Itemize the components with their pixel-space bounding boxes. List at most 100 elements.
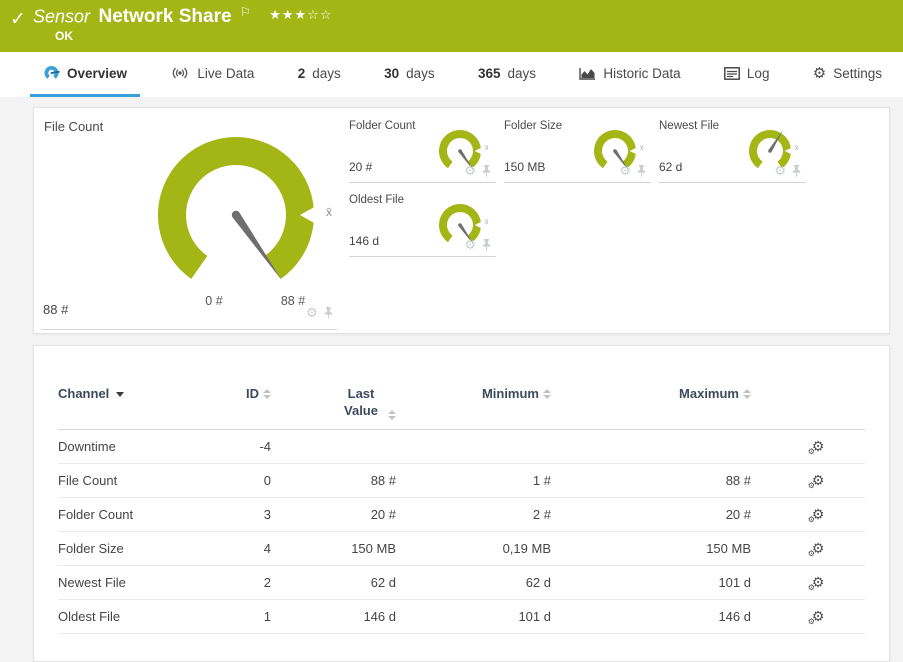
gauge-icon — [43, 65, 60, 81]
gauge-settings-icon[interactable]: ⚙ — [464, 238, 476, 251]
channel-name: Folder Size — [58, 541, 231, 556]
gauge-value: 62 d — [659, 160, 682, 174]
table-row: Newest File 2 62 d 62 d 101 d ⚙⚙ — [58, 566, 865, 600]
channel-minimum: 0,19 MB — [396, 541, 551, 556]
channel-id: 0 — [231, 473, 271, 488]
channel-table-card: Channel ID Last Value Minimum Maximum Do… — [33, 345, 890, 662]
channel-last-value: 62 d — [271, 575, 396, 590]
flag-icon: ⚐ — [240, 5, 251, 19]
gauge-pin-icon[interactable] — [636, 165, 647, 177]
star-rating[interactable]: ★★★☆☆ — [269, 7, 332, 22]
th-id[interactable]: ID — [231, 386, 271, 401]
sort-caret-icon — [116, 392, 124, 397]
channel-last-value: 88 # — [271, 473, 396, 488]
channel-table: Channel ID Last Value Minimum Maximum Do… — [34, 346, 889, 634]
tab-historic-data[interactable]: Historic Data — [566, 52, 693, 97]
channel-id: 2 — [231, 575, 271, 590]
channel-settings-icon[interactable]: ⚙⚙ — [812, 473, 825, 488]
average-marker: x̄ — [326, 205, 332, 219]
tab-label: Overview — [67, 66, 127, 81]
channel-maximum: 101 d — [551, 575, 751, 590]
gauge-panel-newest-file: Newest File x̄ 62 d ⚙ — [659, 118, 806, 183]
table-row: Folder Count 3 20 # 2 # 20 # ⚙⚙ — [58, 498, 865, 532]
table-row: Downtime -4 ⚙⚙ — [58, 430, 865, 464]
tab-label: Log — [747, 66, 770, 81]
channel-name: Downtime — [58, 439, 231, 454]
average-marker: x̄ — [485, 219, 489, 226]
channel-id: -4 — [231, 439, 271, 454]
channel-settings-icon[interactable]: ⚙⚙ — [812, 575, 825, 590]
tab-label: days — [406, 66, 435, 81]
channel-last-value: 150 MB — [271, 541, 396, 556]
sensor-header: ✓ Sensor Network Share ⚐ ★★★☆☆ OK — [0, 0, 903, 52]
th-last-value[interactable]: Last Value — [271, 386, 396, 420]
channel-minimum: 1 # — [396, 473, 551, 488]
table-row: File Count 0 88 # 1 # 88 # ⚙⚙ — [58, 464, 865, 498]
sort-icon — [743, 389, 751, 399]
gauge-min-label: 0 # — [194, 294, 234, 308]
tab-label: Settings — [833, 66, 882, 81]
gauge-settings-icon[interactable]: ⚙ — [774, 164, 786, 177]
historic-data-icon — [579, 67, 596, 80]
th-maximum[interactable]: Maximum — [551, 386, 751, 401]
tab-number: 30 — [384, 66, 399, 81]
file-count-gauge — [111, 108, 361, 323]
channel-id: 3 — [231, 507, 271, 522]
status-badge: OK — [55, 29, 73, 43]
channel-name: Oldest File — [58, 609, 231, 624]
gauge-title: Oldest File — [349, 194, 404, 206]
tab-settings[interactable]: ⚙ Settings — [800, 52, 895, 97]
check-icon: ✓ — [10, 8, 26, 31]
th-minimum[interactable]: Minimum — [396, 386, 551, 401]
tab-2-days[interactable]: 2 days — [285, 52, 354, 97]
channel-minimum: 101 d — [396, 609, 551, 624]
channel-settings-icon[interactable]: ⚙⚙ — [812, 541, 825, 556]
channel-maximum: 20 # — [551, 507, 751, 522]
gauge-pin-icon[interactable] — [481, 165, 492, 177]
channel-settings-icon[interactable]: ⚙⚙ — [812, 507, 825, 522]
channel-settings-icon[interactable]: ⚙⚙ — [812, 439, 825, 454]
channel-name: Folder Count — [58, 507, 231, 522]
live-data-icon — [170, 66, 190, 80]
gauge-panel-folder-count: Folder Count x̄ 20 # ⚙ — [349, 118, 496, 183]
tab-log[interactable]: Log — [711, 52, 783, 97]
table-row: Oldest File 1 146 d 101 d 146 d ⚙⚙ — [58, 600, 865, 634]
tab-365-days[interactable]: 365 days — [465, 52, 549, 97]
gauge-panel-oldest-file: Oldest File x̄ 146 d ⚙ — [349, 192, 496, 257]
gauge-settings-icon[interactable]: ⚙ — [464, 164, 476, 177]
channel-id: 1 — [231, 609, 271, 624]
sensor-kind: Sensor — [33, 6, 90, 26]
gauge-pin-icon[interactable] — [481, 239, 492, 251]
gauge-value: 20 # — [349, 160, 372, 174]
gauge-settings-icon[interactable]: ⚙ — [306, 306, 318, 319]
tab-overview[interactable]: Overview — [30, 52, 140, 97]
channel-last-value: 20 # — [271, 507, 396, 522]
gauge-title: Folder Size — [504, 120, 562, 132]
tab-label: days — [507, 66, 536, 81]
channel-last-value: 146 d — [271, 609, 396, 624]
log-icon — [724, 67, 740, 80]
channel-minimum: 62 d — [396, 575, 551, 590]
channel-name: File Count — [58, 473, 231, 488]
settings-icon: ⚙ — [813, 66, 826, 81]
gauge-title: Newest File — [659, 120, 719, 132]
th-channel[interactable]: Channel — [58, 386, 231, 401]
channel-maximum: 150 MB — [551, 541, 751, 556]
gauge-pin-icon[interactable] — [791, 165, 802, 177]
gauge-pin-icon[interactable] — [323, 307, 334, 319]
table-row: Folder Size 4 150 MB 0,19 MB 150 MB ⚙⚙ — [58, 532, 865, 566]
panel-divider — [41, 329, 337, 330]
tab-30-days[interactable]: 30 days — [371, 52, 448, 97]
channel-settings-icon[interactable]: ⚙⚙ — [812, 609, 825, 624]
average-marker: x̄ — [795, 145, 799, 152]
gauge-settings-icon[interactable]: ⚙ — [619, 164, 631, 177]
tab-number: 2 — [298, 66, 306, 81]
tab-number: 365 — [478, 66, 501, 81]
gauge-panel-file-count: File Count 0 # 88 # 88 # x̄ ⚙ — [34, 108, 344, 335]
tab-live-data[interactable]: Live Data — [157, 52, 267, 97]
channel-maximum: 146 d — [551, 609, 751, 624]
sort-icon — [263, 389, 271, 399]
tab-label: days — [312, 66, 341, 81]
tab-label: Historic Data — [603, 66, 680, 81]
gauges-card: File Count 0 # 88 # 88 # x̄ ⚙ Folder Cou… — [33, 107, 890, 334]
